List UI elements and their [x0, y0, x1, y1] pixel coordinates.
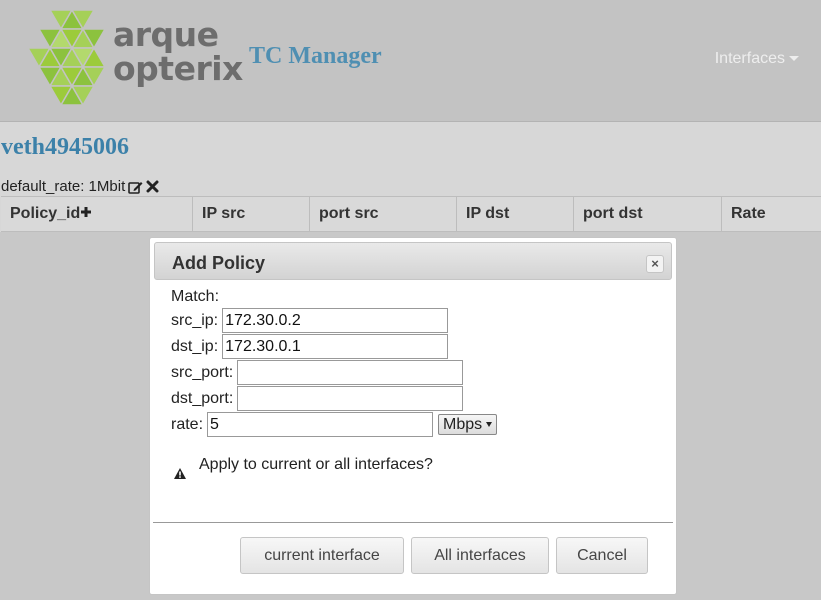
- current-interface-button[interactable]: current interface: [240, 537, 404, 574]
- dialog-title: Add Policy: [172, 253, 266, 273]
- arque-opterix-logo: [26, 10, 107, 105]
- brand-name: arque opterix: [113, 18, 243, 86]
- src-ip-label: src_ip:: [171, 311, 219, 329]
- close-icon: ×: [651, 256, 659, 271]
- rate-unit-value: Mbps: [443, 415, 483, 433]
- default-rate-text: default_rate: 1Mbit: [1, 178, 126, 195]
- dialog-divider: [153, 522, 673, 523]
- column-ip-dst: IP dst: [456, 197, 573, 231]
- dialog-titlebar[interactable]: Add Policy ×: [154, 242, 672, 280]
- dst-port-row: dst_port:: [171, 386, 464, 411]
- apply-question: Apply to current or all interfaces?: [199, 456, 433, 473]
- dialog-close-button[interactable]: ×: [646, 255, 664, 273]
- rate-unit-select[interactable]: Mbps: [438, 414, 498, 435]
- column-label: IP dst: [466, 205, 510, 222]
- chevron-down-icon: [789, 56, 799, 62]
- interfaces-dropdown[interactable]: Interfaces: [715, 50, 799, 68]
- column-label: port src: [319, 205, 379, 222]
- column-label: IP src: [202, 205, 246, 222]
- src-ip-row: src_ip:: [171, 308, 449, 333]
- column-label: Rate: [731, 205, 766, 222]
- interfaces-dropdown-label: Interfaces: [714, 50, 785, 67]
- plus-icon[interactable]: [80, 206, 92, 218]
- match-label-row: Match:: [171, 288, 219, 306]
- column-rate: Rate: [721, 197, 821, 231]
- src-port-row: src_port:: [171, 360, 464, 385]
- policy-table-header: Policy_id IP src port src IP dst port ds…: [1, 196, 821, 232]
- column-label: port dst: [583, 205, 643, 222]
- src-port-input[interactable]: [237, 360, 464, 385]
- close-icon[interactable]: [146, 180, 159, 193]
- app-title[interactable]: TC Manager: [249, 43, 382, 70]
- dst-port-label: dst_port:: [171, 389, 234, 407]
- rate-input[interactable]: [207, 412, 434, 437]
- src-port-label: src_port:: [171, 363, 234, 381]
- dst-ip-input[interactable]: [222, 334, 449, 359]
- rate-label: rate:: [171, 415, 204, 433]
- dst-ip-row: dst_ip:: [171, 334, 449, 359]
- default-rate-row: default_rate: 1Mbit: [1, 178, 159, 195]
- src-ip-input[interactable]: [222, 308, 449, 333]
- brand-line-1: arque: [113, 15, 219, 54]
- warning-icon: [174, 468, 186, 479]
- all-interfaces-button[interactable]: All interfaces: [411, 537, 549, 574]
- app-header: arque opterix TC Manager Interfaces: [0, 0, 821, 122]
- brand-line-2: opterix: [113, 49, 243, 88]
- rate-row: rate: Mbps: [171, 412, 498, 437]
- column-port-dst: port dst: [573, 197, 721, 231]
- match-label: Match:: [171, 288, 220, 305]
- column-label: Policy_id: [10, 205, 81, 222]
- edit-icon[interactable]: [128, 180, 143, 194]
- column-ip-src: IP src: [192, 197, 309, 231]
- cancel-button[interactable]: Cancel: [556, 537, 648, 574]
- interface-title: veth4945006: [1, 134, 129, 160]
- dst-ip-label: dst_ip:: [171, 337, 219, 355]
- column-port-src: port src: [309, 197, 456, 231]
- add-policy-dialog: Add Policy × Match: src_ip: dst_ip: src_…: [149, 237, 677, 595]
- chevron-down-icon: [486, 422, 493, 427]
- column-policy-id: Policy_id: [1, 197, 192, 231]
- dst-port-input[interactable]: [237, 386, 464, 411]
